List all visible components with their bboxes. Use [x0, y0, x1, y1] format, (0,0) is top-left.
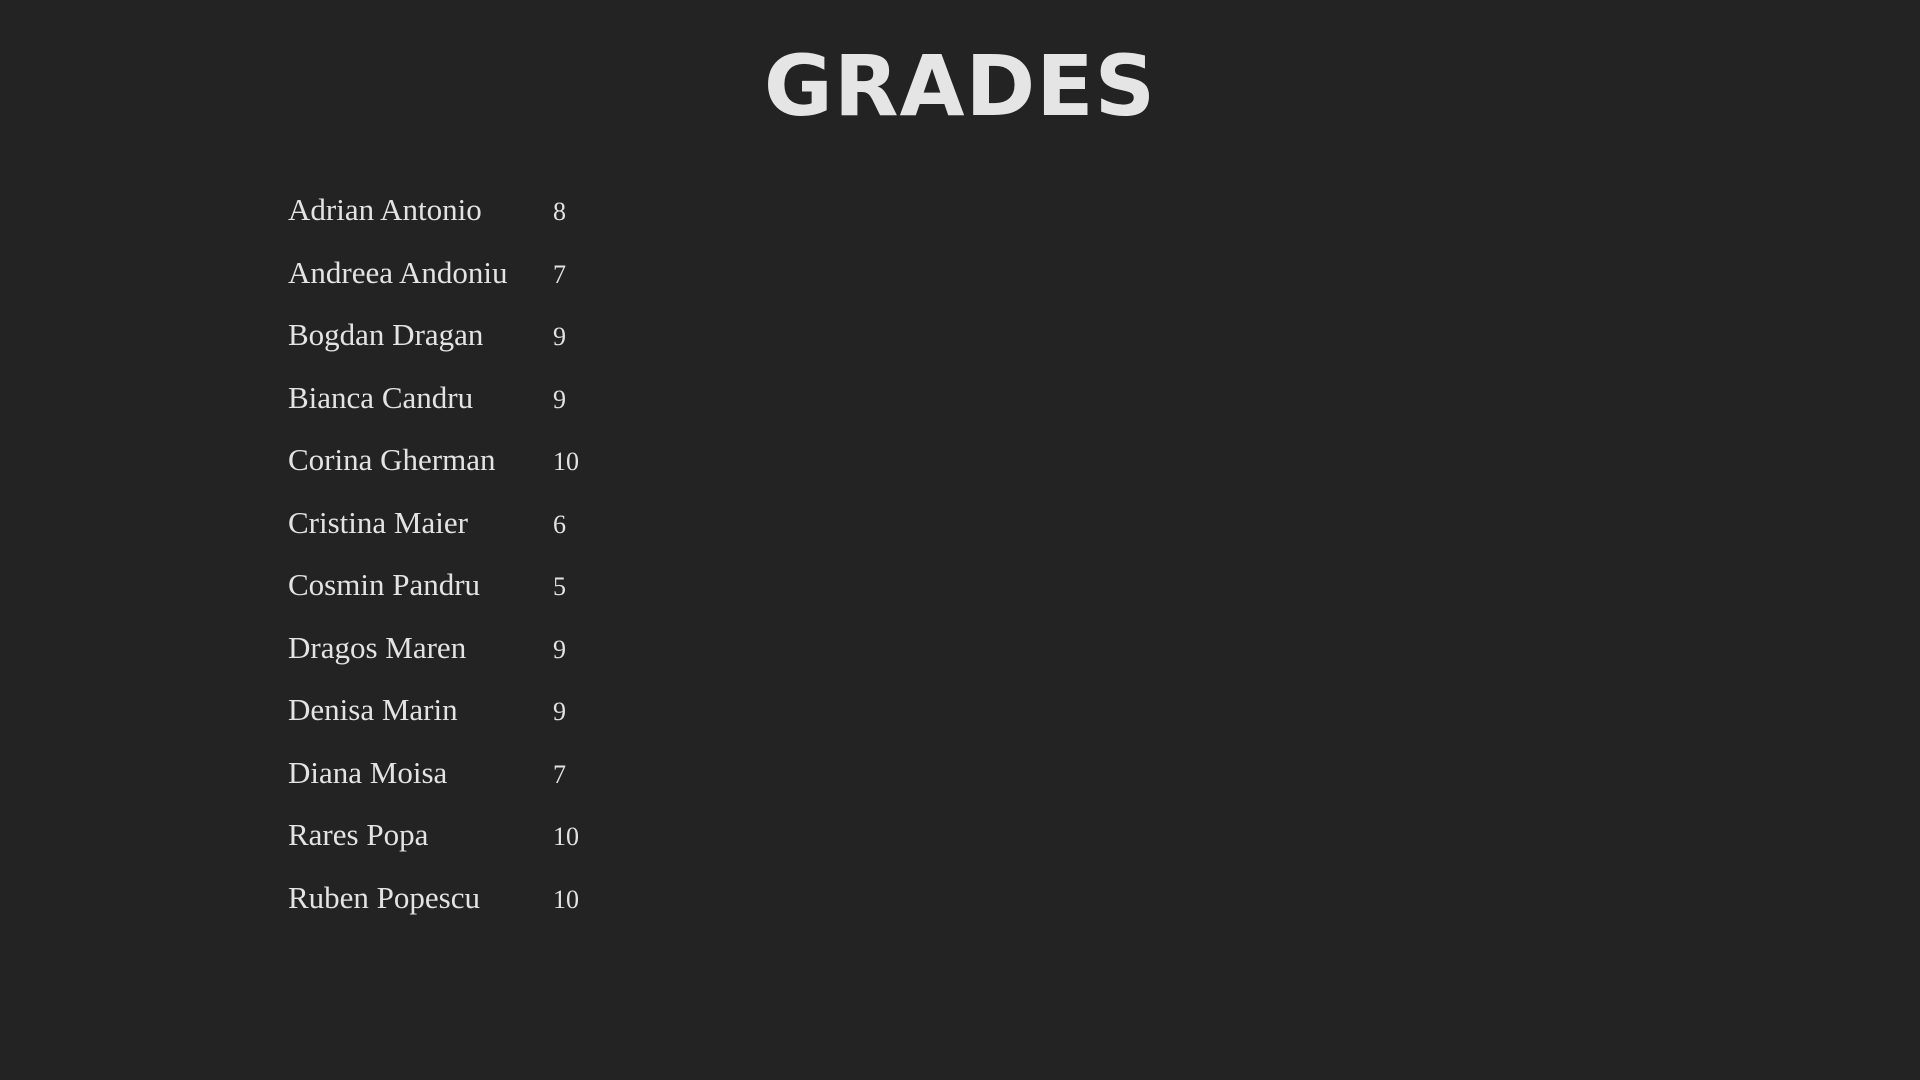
grade-row: Cristina Maier 6: [288, 503, 628, 566]
student-name: Bianca Candru: [288, 379, 474, 415]
student-name: Adrian Antonio: [288, 192, 482, 227]
student-grade: 10: [553, 447, 579, 476]
student-grade: 7: [553, 259, 566, 289]
student-grade: 9: [553, 384, 566, 414]
grade-row: Cosmin Pandru 5: [288, 565, 628, 628]
grade-row: Denisa Marin 9: [288, 690, 628, 753]
student-grade: 5: [553, 572, 566, 601]
student-name: Dragos Maren: [288, 629, 467, 665]
grade-row: Ruben Popescu 10: [288, 878, 628, 941]
student-grade: 9: [553, 697, 566, 726]
slide: GRADES Adrian Antonio 8 Andreea Andoniu …: [0, 0, 1920, 1080]
student-name: Rares Popa: [288, 817, 429, 852]
grade-row: Bianca Candru 9: [288, 378, 628, 441]
grade-row: Andreea Andoniu 7: [288, 253, 628, 316]
student-name: Cristina Maier: [288, 504, 468, 540]
student-name: Corina Gherman: [288, 442, 496, 477]
student-grade: 9: [553, 634, 566, 664]
student-name: Cosmin Pandru: [288, 567, 481, 602]
student-grade: 9: [553, 322, 566, 351]
student-name: Diana Moisa: [288, 754, 448, 790]
grade-row: Bogdan Dragan 9: [288, 315, 628, 378]
student-grade: 7: [553, 759, 566, 789]
student-name: Denisa Marin: [288, 692, 458, 727]
grades-list: Adrian Antonio 8 Andreea Andoniu 7 Bogda…: [288, 190, 628, 940]
grade-row: Diana Moisa 7: [288, 753, 628, 816]
grade-row: Rares Popa 10: [288, 815, 628, 878]
student-name: Bogdan Dragan: [288, 317, 484, 352]
student-grade: 10: [553, 884, 579, 914]
slide-title: GRADES: [763, 37, 1157, 135]
student-grade: 8: [553, 197, 566, 226]
student-name: Andreea Andoniu: [288, 254, 508, 290]
student-grade: 10: [553, 822, 579, 851]
grade-row: Corina Gherman 10: [288, 440, 628, 503]
grade-row: Adrian Antonio 8: [288, 190, 628, 253]
student-grade: 6: [553, 509, 566, 539]
grade-row: Dragos Maren 9: [288, 628, 628, 691]
student-name: Ruben Popescu: [288, 879, 481, 915]
